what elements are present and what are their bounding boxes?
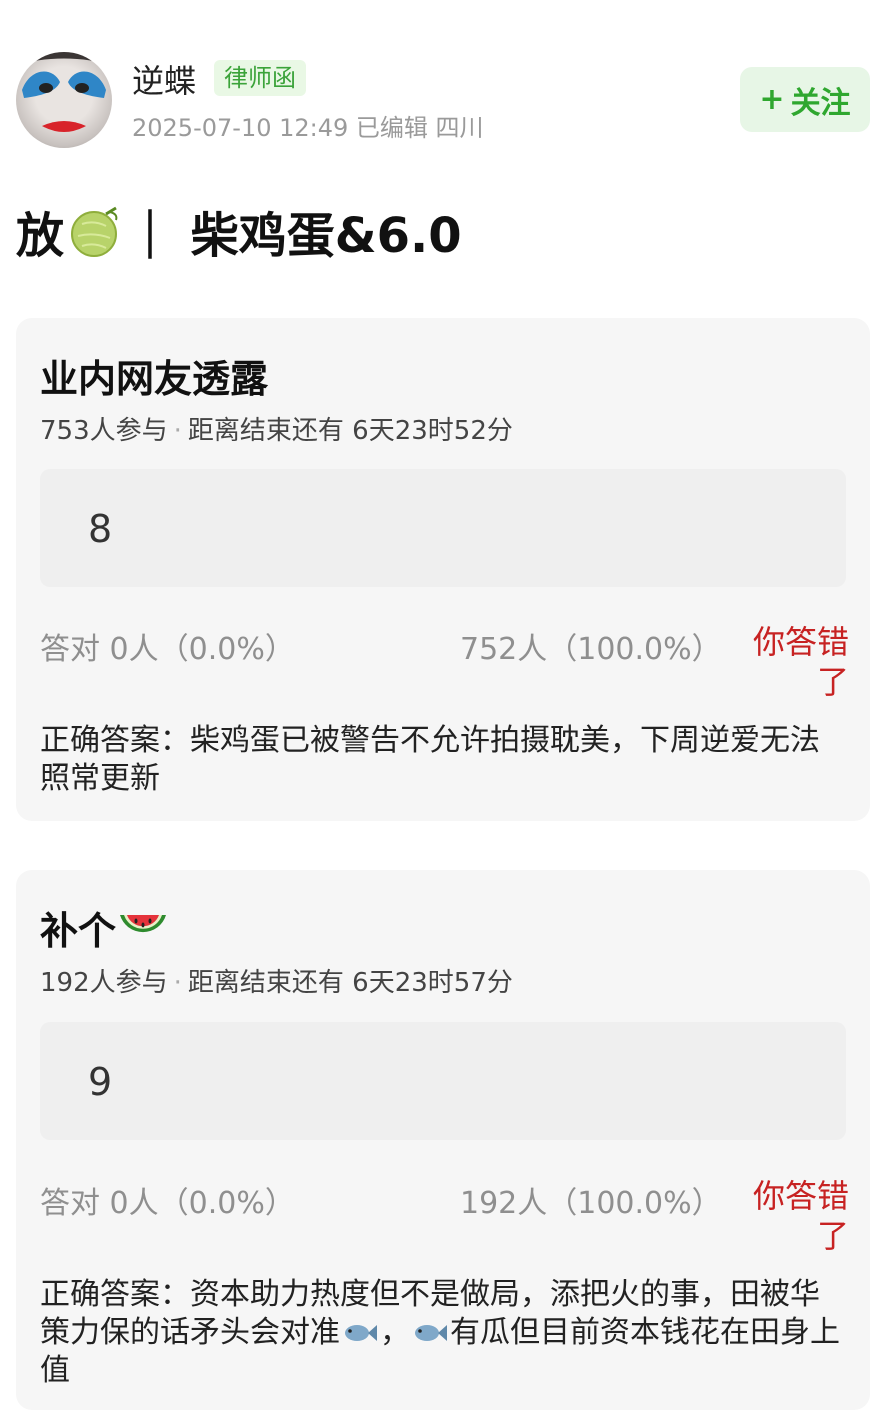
post-header: 逆蝶 律师函 2025-07-10 12:49 已编辑 四川 + 关注 xyxy=(0,0,887,170)
result-label: 你答错了 xyxy=(752,1177,849,1255)
avatar[interactable] xyxy=(16,52,112,148)
quiz-title: 业内网友透露 xyxy=(40,357,269,401)
wrong-stats: 752人（100.0%） xyxy=(460,632,722,667)
result-label: 你答错了 xyxy=(752,623,849,701)
quiz-title-text: 补个 xyxy=(40,909,117,953)
quiz-meta: 753人参与 · 距离结束还有 6天23时52分 xyxy=(40,410,513,447)
quiz-card: 业内网友透露 753人参与 · 距离结束还有 6天23时52分 8 答对 0人（0.… xyxy=(16,318,870,821)
separator: · xyxy=(173,968,182,998)
participant-count: 192人参与 xyxy=(40,968,168,998)
answer-option[interactable]: 9 xyxy=(40,1022,846,1140)
post-title: 放 ｜ 柴鸡蛋&6.0 xyxy=(16,196,462,266)
quiz-meta: 192人参与 · 距离结束还有 6天23时57分 xyxy=(40,962,513,999)
watermelon-icon xyxy=(120,914,167,932)
correct-answer: 正确答案：柴鸡蛋已被警告不允许拍摄耽美，下周逆爱无法照常更新 xyxy=(40,723,820,796)
fish-icon xyxy=(345,1325,377,1341)
correct-answer-text: ， xyxy=(380,1315,410,1350)
avatar-face-icon xyxy=(16,52,112,132)
quiz-title: 补个 xyxy=(40,900,168,955)
answer-value: 8 xyxy=(88,507,113,551)
participant-count: 753人参与 xyxy=(40,416,168,446)
title-prefix: 放 xyxy=(16,208,65,264)
wrong-stats: 192人（100.0%） xyxy=(460,1186,722,1221)
follow-button[interactable]: + 关注 xyxy=(740,67,870,132)
answer-option[interactable]: 8 xyxy=(40,469,846,587)
time-left: 距离结束还有 6天23时52分 xyxy=(187,416,513,446)
separator: · xyxy=(173,416,182,446)
username[interactable]: 逆蝶 xyxy=(132,56,196,102)
answer-value: 9 xyxy=(88,1060,113,1104)
quiz-card: 补个 192人参与 · 距离结束还有 6天23时57分 9 答对 0人（0.0%） … xyxy=(16,870,870,1410)
time-left: 距离结束还有 6天23时57分 xyxy=(187,968,513,998)
post-meta: 2025-07-10 12:49 已编辑 四川 xyxy=(132,114,484,142)
correct-stats: 答对 0人（0.0%） xyxy=(40,632,295,667)
fish-icon xyxy=(415,1325,447,1341)
correct-stats: 答对 0人（0.0%） xyxy=(40,1186,295,1221)
badge-label: 律师函 xyxy=(214,60,306,96)
title-suffix: ｜ 柴鸡蛋&6.0 xyxy=(126,208,462,264)
melon-icon xyxy=(71,206,118,257)
correct-answer: 正确答案：资本助力热度但不是做局，添把火的事，田被华策力保的话矛头会对准 ， 有… xyxy=(40,1276,840,1390)
follow-label: 关注 xyxy=(790,85,851,121)
plus-icon: + xyxy=(759,82,785,117)
